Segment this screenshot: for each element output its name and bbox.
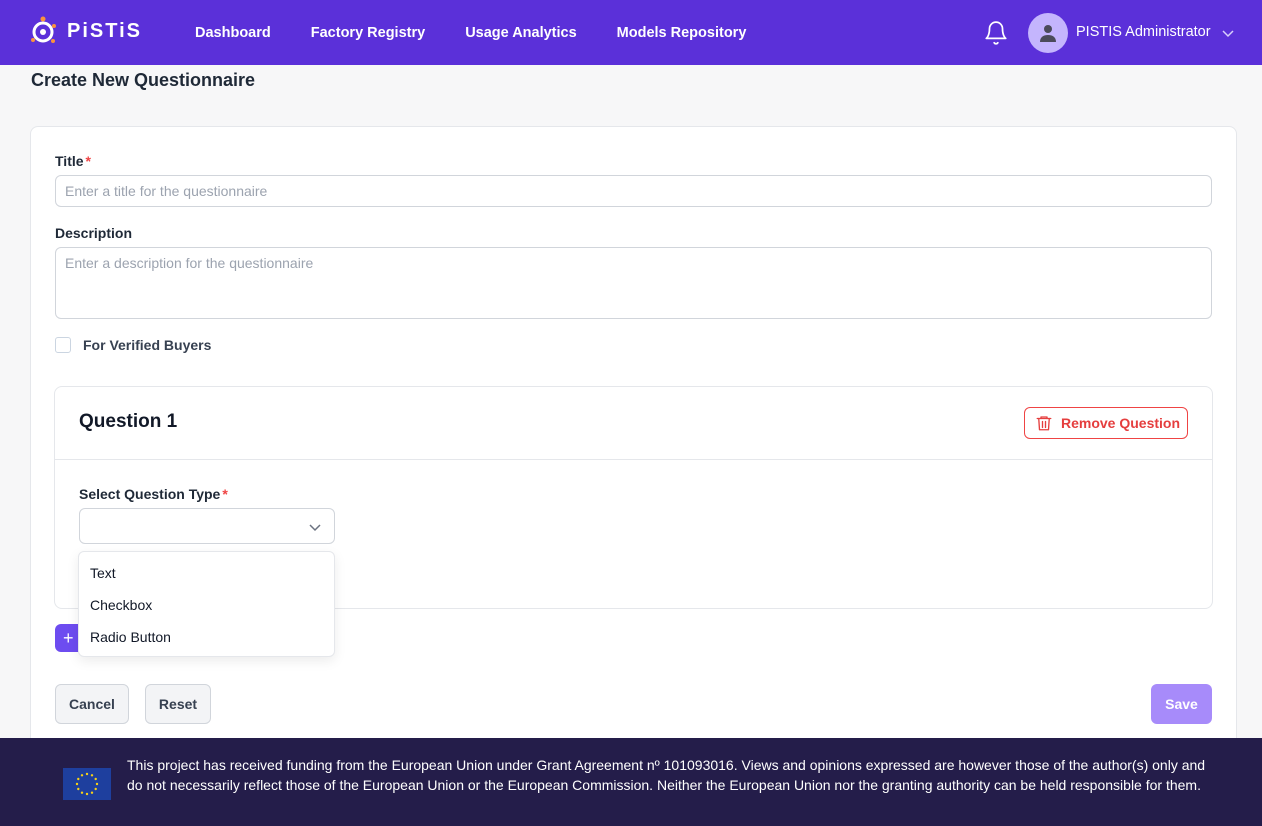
question-type-label: Select Question Type * <box>79 486 228 502</box>
title-label: Title * <box>55 153 91 169</box>
nav-usage-analytics[interactable]: Usage Analytics <box>465 25 576 41</box>
option-checkbox[interactable]: Checkbox <box>90 597 152 613</box>
nav-factory-registry[interactable]: Factory Registry <box>311 25 425 41</box>
chevron-down-icon[interactable] <box>1221 26 1235 40</box>
user-icon <box>1040 25 1056 42</box>
nav-models-repository[interactable]: Models Repository <box>617 25 747 41</box>
nav-dashboard[interactable]: Dashboard <box>195 25 271 41</box>
main-nav: Dashboard Factory Registry Usage Analyti… <box>195 0 786 65</box>
user-avatar[interactable] <box>1028 13 1068 53</box>
remove-question-label: Remove Question <box>1061 415 1181 431</box>
brand-name: PiSTiS <box>67 19 142 42</box>
top-navbar: PiSTiS Dashboard Factory Registry Usage … <box>0 0 1262 65</box>
plus-icon: + <box>63 627 74 648</box>
logo-icon <box>31 16 56 43</box>
question-type-label-text: Select Question Type <box>79 486 221 502</box>
reset-button[interactable]: Reset <box>145 684 211 724</box>
user-name[interactable]: PISTIS Administrator <box>1076 24 1211 40</box>
title-input[interactable] <box>55 175 1212 207</box>
save-button[interactable]: Save <box>1151 684 1212 724</box>
trash-icon <box>1036 416 1052 431</box>
description-textarea[interactable] <box>55 247 1212 319</box>
title-label-text: Title <box>55 153 84 169</box>
verified-buyers-checkbox[interactable] <box>55 337 71 353</box>
page-title: Create New Questionnaire <box>31 70 256 90</box>
funding-disclaimer: This project has received funding from t… <box>127 757 1206 793</box>
brand-logo[interactable]: PiSTiS <box>30 16 142 46</box>
chevron-down-icon <box>309 524 321 532</box>
description-label: Description <box>55 225 133 241</box>
required-marker: * <box>85 153 91 169</box>
option-text[interactable]: Text <box>90 565 116 581</box>
question-type-dropdown: Text Checkbox Radio Button <box>78 551 335 657</box>
verified-buyers-label[interactable]: For Verified Buyers <box>83 337 211 353</box>
question-type-select[interactable] <box>79 508 335 544</box>
required-marker: * <box>222 486 228 502</box>
eu-flag-icon <box>63 768 111 800</box>
remove-question-button[interactable]: Remove Question <box>1024 407 1188 439</box>
question-title: Question 1 <box>79 411 178 432</box>
option-radio-button[interactable]: Radio Button <box>90 629 171 645</box>
question-divider <box>55 459 1212 460</box>
cancel-button[interactable]: Cancel <box>55 684 129 724</box>
notification-bell-icon[interactable] <box>983 20 1009 46</box>
